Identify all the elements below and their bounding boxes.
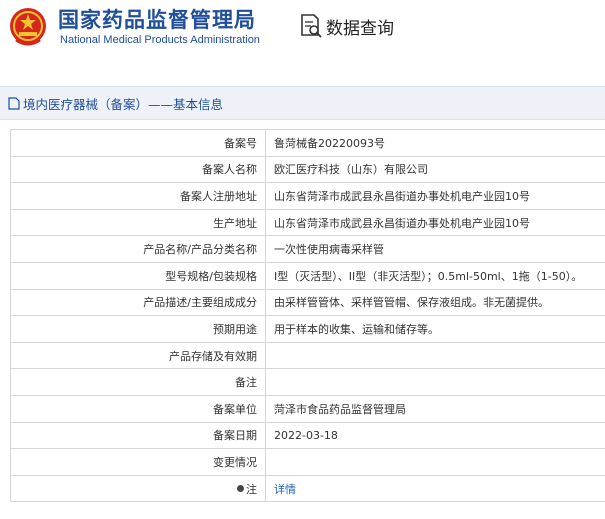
document-icon: [8, 96, 20, 110]
field-value: [266, 343, 605, 369]
org-name-en: National Medical Products Administration: [60, 34, 260, 46]
table-row: 备案人注册地址 山东省菏泽市成武县永昌街道办事处机电产业园10号: [11, 183, 605, 210]
site-header: 国家药品监督管理局 National Medical Products Admi…: [0, 0, 605, 72]
table-row: 注 详情: [11, 475, 605, 503]
data-query-label: 数据查询: [326, 18, 394, 39]
field-value: [266, 369, 605, 395]
field-label: 备案人名称: [11, 156, 266, 183]
table-row: 生产地址 山东省菏泽市成武县永昌街道办事处机电产业园10号: [11, 209, 605, 237]
field-value: 用于样本的收集、运输和储存等。: [274, 322, 439, 336]
field-value: 菏泽市食品药品监督管理局: [274, 402, 406, 416]
field-value: 由采样管管体、采样管管帽、保存液组成。非无菌提供。: [274, 296, 549, 310]
field-value: 欧汇医疗科技（山东）有限公司: [274, 163, 428, 177]
data-query-link[interactable]: 数据查询: [300, 12, 394, 40]
document-search-icon: [301, 14, 322, 38]
field-label: 产品名称/产品分类名称: [11, 236, 266, 262]
note-label: 注: [11, 475, 266, 502]
details-link[interactable]: 详情: [266, 476, 605, 502]
field-label: 产品存储及有效期: [11, 342, 266, 369]
table-row: 产品描述/主要组成成分 由采样管管体、采样管管帽、保存液组成。非无菌提供。: [11, 289, 605, 317]
bullet-icon: [237, 485, 244, 493]
table-row: 备案号 鲁菏械备20220093号: [11, 130, 605, 157]
org-name-cn: 国家药品监督管理局: [58, 8, 256, 32]
table-row: 备案单位 菏泽市食品药品监督管理局: [11, 395, 605, 423]
breadcrumb: 境内医疗器械（备案）——基本信息: [0, 86, 605, 120]
field-value: [266, 449, 605, 475]
field-label: 生产地址: [11, 209, 266, 236]
field-label: 备案单位: [11, 395, 266, 422]
field-label: 备案人注册地址: [11, 183, 266, 209]
table-row: 预期用途 用于样本的收集、运输和储存等。: [11, 316, 605, 343]
field-label: 备案号: [11, 130, 266, 156]
field-label: 备案日期: [11, 422, 266, 449]
note-label-text: 注: [246, 482, 257, 496]
field-label: 型号规格/包装规格: [11, 262, 266, 289]
field-label: 产品描述/主要组成成分: [11, 289, 266, 316]
national-emblem-icon: [10, 8, 46, 46]
field-value: 2022-03-18: [274, 428, 338, 442]
field-value: 山东省菏泽市成武县永昌街道办事处机电产业园10号: [274, 216, 530, 230]
table-row: 变更情况: [11, 449, 605, 476]
table-row: 备案人名称 欧汇医疗科技（山东）有限公司: [11, 156, 605, 184]
field-value: I型（灭活型）、II型（非灭活型）；0.5ml-50ml、1拖（1-50）。: [274, 269, 583, 283]
table-row: 型号规格/包装规格 I型（灭活型）、II型（非灭活型）；0.5ml-50ml、1…: [11, 262, 605, 290]
field-value: 鲁菏械备20220093号: [274, 136, 385, 150]
table-row: 产品名称/产品分类名称 一次性使用病毒采样管: [11, 236, 605, 263]
field-label: 变更情况: [11, 449, 266, 475]
field-value: 山东省菏泽市成武县永昌街道办事处机电产业园10号: [274, 189, 530, 203]
breadcrumb-text: 境内医疗器械（备案）——基本信息: [23, 96, 224, 112]
table-row: 备案日期 2022-03-18: [11, 422, 605, 450]
table-row: 备注: [11, 369, 605, 396]
info-table: 备案号 鲁菏械备20220093号 备案人名称 欧汇医疗科技（山东）有限公司 备…: [10, 129, 605, 503]
field-label: 预期用途: [11, 316, 266, 342]
table-row: 产品存储及有效期: [11, 342, 605, 370]
field-value: 一次性使用病毒采样管: [274, 243, 384, 257]
field-label: 备注: [11, 369, 266, 395]
